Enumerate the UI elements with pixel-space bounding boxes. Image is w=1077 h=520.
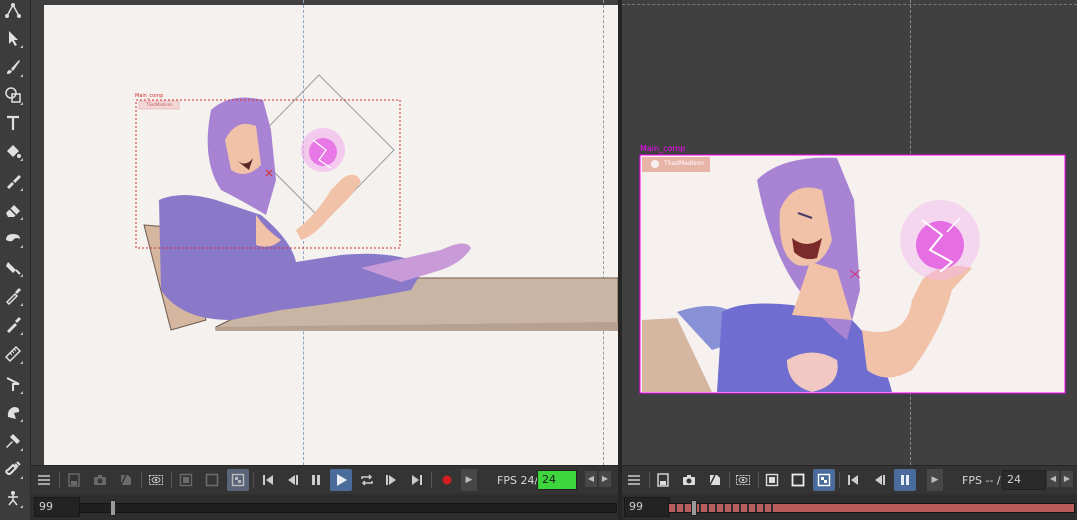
previous-frame-icon[interactable] [868, 469, 890, 491]
current-frame-field[interactable]: 99 [34, 497, 80, 517]
animate-tool-icon[interactable] [2, 0, 24, 22]
playback-toolbar: ▶ FPS -- / 24 ◀ ▶ [622, 465, 1077, 494]
render-preview [639, 154, 1066, 394]
next-frame-icon[interactable] [381, 469, 403, 491]
onion-skin-icon[interactable] [704, 469, 726, 491]
matte-icon[interactable] [201, 469, 223, 491]
current-frame-field[interactable]: 99 [624, 497, 670, 517]
stage-drawing [135, 74, 618, 331]
matte-icon[interactable] [787, 469, 809, 491]
onion-skin-icon[interactable] [115, 469, 137, 491]
eyedropper-icon[interactable] [2, 285, 24, 307]
tint-eyedropper-icon[interactable] [2, 314, 24, 336]
first-frame-icon[interactable] [257, 469, 279, 491]
frame-slider[interactable] [79, 500, 617, 516]
comp-label: Main_comp [135, 93, 164, 99]
menu-icon[interactable] [623, 469, 645, 491]
mask-icon[interactable] [175, 469, 197, 491]
layer-label: TSadMadison [146, 102, 173, 107]
sound-record-icon[interactable] [436, 469, 458, 491]
fps-label: FPS 24/ [497, 474, 539, 487]
playback-toolbar: ▶ FPS 24/ 24 ◀ ▶ [31, 465, 618, 494]
pause-icon[interactable] [305, 469, 327, 491]
first-frame-icon[interactable] [842, 469, 864, 491]
ink-tool-icon[interactable] [2, 227, 24, 249]
camera-icon[interactable] [678, 469, 700, 491]
fps-input[interactable]: 24 [537, 470, 577, 490]
save-icon[interactable] [652, 469, 674, 491]
brush-tool-icon[interactable] [2, 56, 24, 78]
loop-icon[interactable] [356, 469, 378, 491]
previous-frame-icon[interactable] [281, 469, 303, 491]
last-frame-icon[interactable] [406, 469, 428, 491]
camera-view[interactable]: Main_comp TSadMadison [31, 0, 618, 465]
preview-eye-icon[interactable] [732, 469, 754, 491]
checkerboard-icon[interactable] [227, 469, 249, 491]
frame-slider-handle[interactable] [691, 500, 697, 516]
paint-bucket-icon[interactable] [2, 140, 24, 162]
fps-label: FPS -- / [962, 474, 1001, 487]
save-icon[interactable] [63, 469, 85, 491]
ruler-icon[interactable] [2, 343, 24, 365]
layer-label: TSadMadison [664, 160, 704, 167]
hammer-icon[interactable] [2, 430, 24, 452]
paint-unpainted-icon[interactable] [2, 170, 24, 192]
cutter-icon[interactable] [2, 373, 24, 395]
frame-slider[interactable] [668, 500, 1075, 516]
comp-label: Main_comp [640, 144, 686, 153]
eraser-tool-icon[interactable] [2, 199, 24, 221]
select-tool-icon[interactable] [2, 27, 24, 49]
checkerboard-icon[interactable] [813, 469, 835, 491]
cached-frames-indicator [669, 504, 779, 512]
frame-slider-row: 99 [622, 494, 1077, 520]
tool-bar [0, 0, 31, 520]
text-tool-icon[interactable] [2, 112, 24, 134]
frame-slider-row: 99 [31, 494, 618, 520]
pause-icon[interactable] [894, 469, 916, 491]
menu-icon[interactable] [33, 469, 55, 491]
fps-input[interactable]: 24 [1002, 470, 1046, 490]
smudge-tool-icon[interactable] [2, 401, 24, 423]
shape-tool-icon[interactable] [2, 84, 24, 106]
expand-toolbar-button[interactable]: ▶ [461, 469, 477, 491]
expand-toolbar-button[interactable]: ▶ [927, 469, 943, 491]
perspective-view[interactable]: Main_comp TSadMadison [622, 0, 1077, 465]
paint-brush-fill-icon[interactable] [2, 256, 24, 278]
fps-stepper[interactable]: ◀ ▶ [585, 471, 611, 487]
play-icon[interactable] [330, 469, 352, 491]
mask-icon[interactable] [761, 469, 783, 491]
magnet-icon[interactable] [2, 458, 24, 480]
frame-slider-handle[interactable] [110, 500, 116, 516]
preview-eye-icon[interactable] [145, 469, 167, 491]
fps-stepper[interactable]: ◀ ▶ [1047, 471, 1073, 487]
rig-tool-icon[interactable] [2, 487, 24, 509]
camera-icon[interactable] [89, 469, 111, 491]
